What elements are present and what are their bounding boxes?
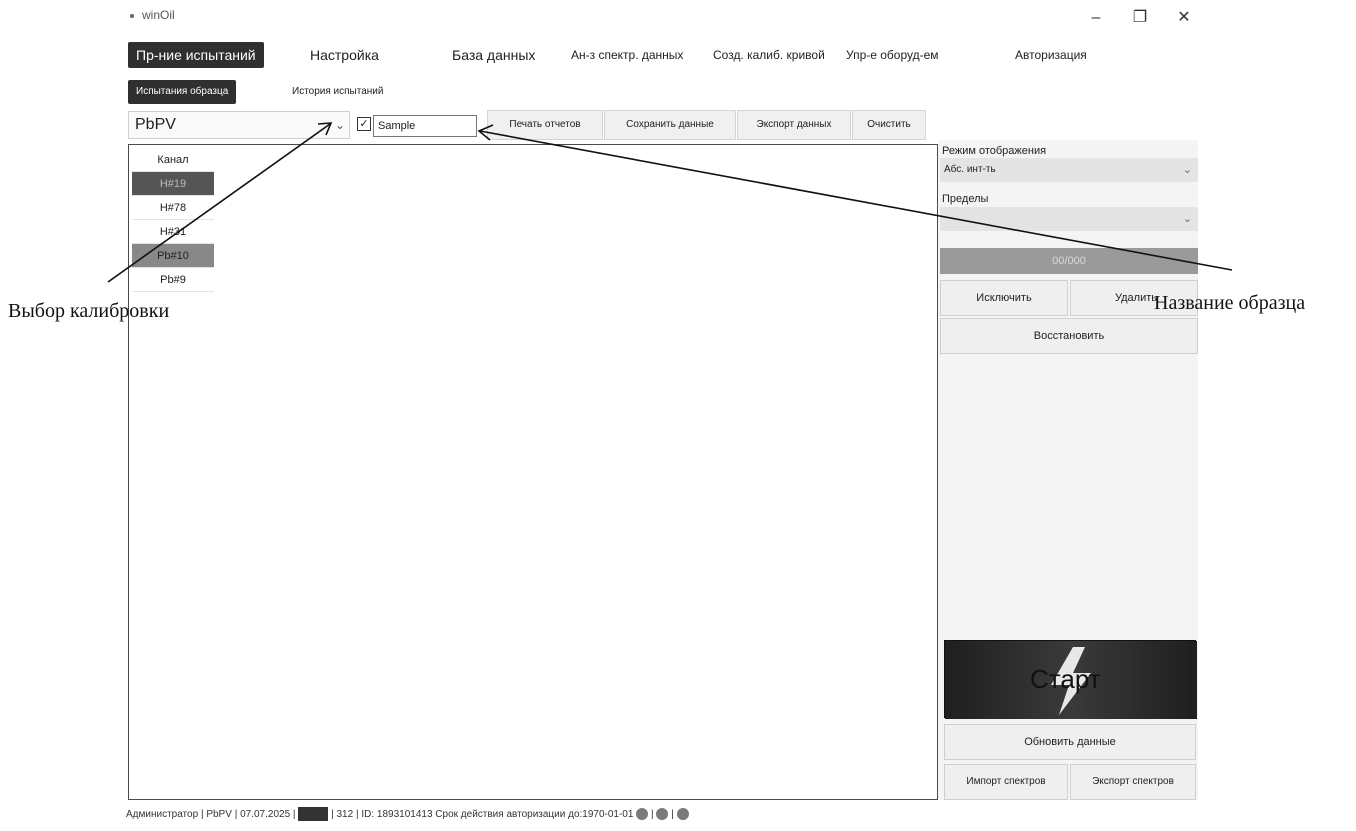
app-title: winOil — [130, 8, 175, 22]
status-id: ID: 1893101413 — [361, 809, 433, 820]
calibration-select[interactable]: PbPV ⌄ — [128, 111, 350, 139]
title-bar: winOil – ❐ ✕ — [122, 0, 1222, 36]
channel-item[interactable]: Pb#10 — [132, 244, 214, 268]
minimize-button[interactable]: – — [1074, 4, 1118, 32]
status-indicator — [298, 807, 329, 822]
chevron-down-icon: ⌄ — [1182, 213, 1192, 225]
spectrum-panel[interactable] — [128, 144, 938, 800]
calibration-value: PbPV — [135, 116, 176, 133]
annotation-sample-name: Название образца — [1154, 292, 1306, 314]
status-dot-icon — [636, 808, 649, 821]
import-spectra-button[interactable]: Импорт спектров — [944, 764, 1068, 800]
status-separator: | — [200, 809, 204, 820]
start-label: Старт — [1030, 664, 1101, 694]
menu-calibration-curve[interactable]: Созд. калиб. кривой — [713, 42, 825, 68]
limits-select[interactable]: ⌄ — [940, 207, 1198, 231]
print-reports-button[interactable]: Печать отчетов — [487, 110, 603, 140]
exclude-button[interactable]: Исключить — [940, 280, 1068, 316]
progress-bar: 00/000 — [940, 248, 1198, 274]
menu-settings[interactable]: Настройка — [310, 42, 379, 68]
status-separator: | — [292, 809, 296, 820]
status-dot-icon — [656, 808, 669, 821]
menu-database[interactable]: База данных — [452, 42, 535, 68]
app-icon — [130, 13, 134, 18]
status-calibration: PbPV — [206, 809, 232, 820]
status-separator: | — [331, 809, 334, 820]
chevron-down-icon: ⌄ — [334, 118, 345, 132]
channel-header: Канал — [132, 148, 214, 172]
status-separator: | — [671, 809, 674, 820]
status-user: Администратор — [126, 809, 199, 820]
menu-spectral-analysis[interactable]: Ан-з спектр. данных — [571, 42, 683, 68]
subtab-test-history[interactable]: История испытаний — [292, 80, 383, 104]
display-mode-select[interactable]: Абс. инт-ть ⌄ — [940, 158, 1198, 182]
sample-name-input[interactable]: Sample — [373, 115, 477, 137]
status-separator: | — [651, 809, 654, 820]
refresh-data-button[interactable]: Обновить данные — [944, 724, 1196, 760]
status-separator: | — [355, 809, 359, 820]
app-title-text: winOil — [142, 8, 175, 22]
export-spectra-button[interactable]: Экспорт спектров — [1070, 764, 1196, 800]
limits-label: Пределы — [942, 193, 989, 205]
channel-item[interactable]: H#19 — [132, 172, 214, 196]
status-dot-icon — [676, 808, 689, 821]
channel-item[interactable]: H#78 — [132, 196, 214, 220]
status-separator: | — [234, 809, 238, 820]
status-date: 07.07.2025 — [240, 809, 291, 820]
status-auth-expiry: Срок действия авторизации до:1970-01-01 — [435, 809, 634, 820]
status-bar: Администратор | PbPV | 07.07.2025 | | 31… — [126, 803, 1206, 827]
display-mode-label: Режим отображения — [942, 145, 1047, 157]
close-button[interactable]: ✕ — [1162, 4, 1206, 32]
channel-item[interactable]: H#31 — [132, 220, 214, 244]
sample-checkbox[interactable]: ✓ — [357, 117, 371, 131]
status-count: 312 — [336, 809, 354, 820]
menu-test-run[interactable]: Пр-ние испытаний — [128, 42, 264, 68]
maximize-button[interactable]: ❐ — [1118, 4, 1162, 32]
channel-list: Канал H#19 H#78 H#31 Pb#10 Pb#9 — [132, 148, 214, 292]
subtab-sample-tests[interactable]: Испытания образца — [128, 80, 237, 104]
clear-button[interactable]: Очистить — [852, 110, 926, 140]
annotation-calibration: Выбор калибровки — [8, 300, 170, 322]
display-mode-value: Абс. инт-ть — [944, 164, 996, 175]
export-data-button[interactable]: Экспорт данных — [737, 110, 851, 140]
restore-button[interactable]: Восстановить — [940, 318, 1198, 354]
menu-equipment[interactable]: Упр-е оборуд-ем — [846, 42, 939, 68]
chevron-down-icon: ⌄ — [1182, 164, 1192, 176]
save-data-button[interactable]: Сохранить данные — [604, 110, 736, 140]
channel-item[interactable]: Pb#9 — [132, 268, 214, 292]
menu-authorization[interactable]: Авторизация — [1015, 42, 1087, 68]
